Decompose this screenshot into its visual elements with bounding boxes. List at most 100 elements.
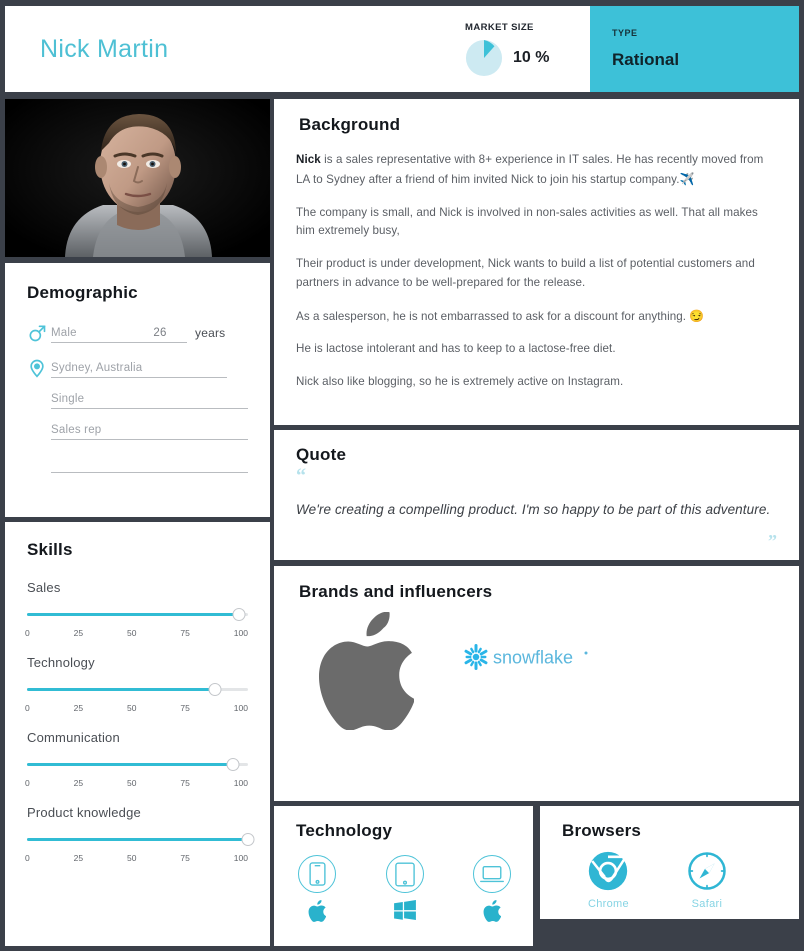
browser-item-chrome[interactable]: Chrome [588,851,629,910]
background-paragraph-text: The company is small, and Nick is involv… [296,205,758,238]
technology-item-smartphone[interactable] [298,855,336,927]
type-badge: TYPE Rational [590,6,799,92]
browser-item-safari[interactable]: Safari [687,851,727,910]
quote-open-mark: “ [296,465,306,487]
demographic-title: Demographic [27,283,138,302]
slider-tick-label: 25 [73,628,84,638]
background-paragraph: Their product is under development, Nick… [296,255,777,293]
skill-block: Sales 0 25 50 75 100 [25,580,248,638]
slider-fill [27,763,233,766]
header-bar: Nick Martin MARKET SIZE 10 % TYPE Ration… [5,6,799,92]
slider-ticks: 0 25 50 75 100 [25,703,248,713]
skills-title: Skills [27,540,73,559]
smartphone-icon [298,855,336,893]
background-panel: Background Nick is a sales representativ… [274,99,799,425]
background-paragraph-emoji: ✈️ [679,171,695,186]
skill-slider[interactable] [27,608,248,622]
skill-block: Communication 0 25 50 75 100 [25,730,248,788]
slider-fill [27,613,240,616]
skill-label: Sales [27,580,61,595]
technology-item-laptop[interactable] [473,855,511,927]
market-size-block: MARKET SIZE 10 % [465,6,590,92]
slider-tick-label: 100 [233,628,248,638]
marital-status-field[interactable]: Single [51,393,248,409]
background-paragraph: Nick is a sales representative with 8+ e… [296,151,777,190]
slider-tick-label: 75 [180,778,190,788]
persona-name-zone: Nick Martin [5,6,465,92]
background-paragraph-text: He is lactose intolerant and has to keep… [296,342,616,356]
slider-tick-label: 75 [180,628,190,638]
slider-knob[interactable] [241,833,255,846]
technology-title: Technology [296,821,393,840]
slider-tick-label: 25 [73,778,84,788]
slider-ticks: 0 25 50 75 100 [25,628,248,638]
background-paragraph: As a salesperson, he is not embarrassed … [296,307,777,327]
slider-fill [27,838,248,841]
slider-tick-label: 25 [73,703,84,713]
browsers-items-row: Chrome Safari [562,851,783,910]
slider-tick-label: 100 [233,703,248,713]
safari-logo-icon [687,851,727,896]
market-size-label: MARKET SIZE [465,21,534,33]
slider-tick-label: 50 [127,703,137,713]
brands-panel: Brands and influencers snowflake [274,566,799,801]
slider-knob[interactable] [208,683,222,696]
skill-label: Communication [27,730,120,745]
apple-os-icon [483,900,502,927]
chrome-logo-icon [588,851,628,896]
location-field[interactable]: Sydney, Australia [51,362,227,378]
slider-tick-label: 0 [25,778,30,788]
tablet-icon [385,855,424,893]
technology-items-row [296,855,517,927]
skill-label: Technology [27,655,95,670]
skill-block: Product knowledge 0 25 50 75 100 [25,805,255,863]
background-paragraph-emoji: 😏 [689,308,705,323]
skill-slider[interactable] [27,683,248,697]
background-paragraph-text: Their product is under development, Nick… [296,257,755,289]
market-size-value: 10 % [513,48,550,66]
occupation-field[interactable]: Sales rep [51,424,248,440]
demographic-row-marital: Single [27,393,248,409]
skill-slider[interactable] [27,758,248,772]
skill-block: Technology 0 25 50 75 100 [25,655,248,713]
age-field[interactable]: 26 [133,327,187,343]
persona-page: Nick Martin MARKET SIZE 10 % TYPE Ration… [0,0,804,951]
gender-field[interactable]: Male [51,327,133,343]
slider-knob[interactable] [226,758,240,771]
browser-label: Safari [691,898,723,910]
slider-ticks: 0 25 50 75 100 [25,853,248,863]
background-paragraph-text: As a salesperson, he is not embarrassed … [296,309,690,323]
slider-fill [27,688,215,691]
age-unit-label: years [195,326,226,340]
quote-title: Quote [296,445,347,464]
demographic-row-location: Sydney, Australia [27,358,248,378]
apple-logo-icon [316,611,415,735]
background-paragraph: Nick also like blogging, so he is extrem… [296,373,777,392]
slider-ticks: 0 25 50 75 100 [25,778,248,788]
portrait-illustration [5,99,270,257]
slider-tick-label: 0 [25,853,30,863]
snowflake-logo-icon: snowflake [462,642,592,677]
slider-tick-label: 25 [73,853,84,863]
skill-label: Product knowledge [27,805,141,820]
windows-os-icon [393,900,416,925]
page-title: Nick Martin [40,34,169,63]
demographic-row-gender-age: Male 26 years [27,323,248,343]
type-label: TYPE [612,28,638,38]
technology-item-tablet[interactable] [385,855,424,927]
extra-field[interactable] [51,455,248,473]
background-title: Background [299,115,401,134]
male-gender-icon [27,323,47,343]
demographic-row-extra [27,455,248,473]
svg-text:snowflake: snowflake [493,648,573,668]
background-paragraphs: Nick is a sales representative with 8+ e… [296,151,777,392]
slider-tick-label: 0 [25,703,30,713]
skill-slider[interactable] [27,833,255,847]
pie-chart-icon [465,39,503,77]
slider-knob[interactable] [232,608,246,621]
slider-tick-label: 50 [127,628,137,638]
quote-close-mark: ” [768,531,777,551]
skills-list: Sales 0 25 50 75 100 Technology 0 25 50 75 100 Commu… [25,580,255,863]
status-badge: Rational [612,50,680,69]
technology-panel: Technology [274,806,533,946]
